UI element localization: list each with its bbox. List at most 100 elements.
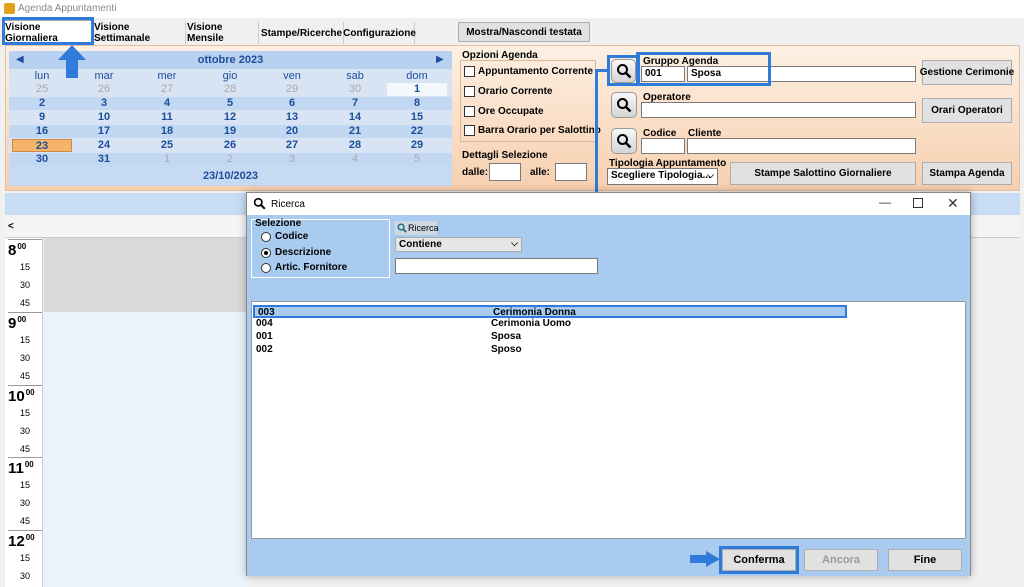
nav-left-arrow-icon[interactable]: < [8, 221, 14, 232]
search-icon [397, 223, 407, 233]
type-select[interactable]: Scegliere Tipologia... ⌵ [607, 168, 718, 185]
calendar-day[interactable]: 5 [200, 97, 260, 110]
tab-configurazione[interactable]: Configurazione [343, 22, 416, 44]
radio-codice[interactable] [261, 232, 271, 242]
result-row[interactable]: 004 Cerimonia Uomo [253, 318, 847, 331]
tab-stampe-ricerche[interactable]: Stampe/Ricerche [260, 22, 344, 44]
calendar-day[interactable]: 29 [387, 139, 447, 152]
hour-value: 8 [8, 242, 17, 259]
calendar-day[interactable]: 20 [262, 125, 322, 138]
minute-label: 45 [20, 370, 31, 381]
minute-label: 15 [20, 334, 31, 345]
next-month-icon[interactable]: ▶ [436, 54, 444, 65]
checkbox-appuntamento[interactable] [464, 66, 475, 77]
result-row[interactable]: 001 Sposa [253, 331, 847, 344]
calendar-day[interactable]: 3 [262, 153, 322, 166]
calendar-day[interactable]: 28 [200, 83, 260, 96]
maximize-icon[interactable] [913, 198, 923, 208]
search-label-box: Ricerca [395, 221, 439, 235]
minute-label: 30 [20, 352, 31, 363]
calendar-day[interactable]: 30 [12, 153, 72, 166]
hour-value: 9 [8, 314, 17, 332]
operator-field[interactable] [641, 102, 916, 118]
tab-visione-settimanale[interactable]: Visione Settimanale [94, 22, 186, 44]
fine-button[interactable]: Fine [888, 549, 962, 571]
calendar-day[interactable]: 2 [12, 97, 72, 110]
calendar-day[interactable]: 1 [137, 153, 197, 166]
tab-bar: Visione Giornaliera Visione Settimanale … [2, 20, 1022, 44]
minute-label: 30 [20, 498, 31, 509]
calendar-day[interactable]: 30 [325, 83, 385, 96]
tab-visione-mensile[interactable]: Visione Mensile [187, 22, 259, 44]
minute-label: 15 [20, 407, 31, 418]
calendar-day[interactable]: 23 [12, 139, 72, 152]
stampe-salottino-button[interactable]: Stampe Salottino Giornaliere [730, 162, 916, 185]
radio-label-descrizione: Descrizione [275, 247, 332, 258]
toggle-header-button[interactable]: Mostra/Nascondi testata [458, 22, 590, 42]
client-name-field[interactable] [687, 138, 916, 154]
calendar-day[interactable]: 6 [262, 97, 322, 110]
calendar-day[interactable]: 4 [325, 153, 385, 166]
calendar-day[interactable]: 27 [137, 83, 197, 96]
calendar-day[interactable]: 8 [387, 97, 447, 110]
minimize-icon[interactable]: — [879, 195, 891, 209]
calendar-day[interactable]: 4 [137, 97, 197, 110]
weekday-mar: mar [94, 70, 114, 82]
calendar-day[interactable]: 2 [200, 153, 260, 166]
calendar-day[interactable]: 14 [325, 111, 385, 124]
calendar-day[interactable]: 31 [74, 153, 134, 166]
calendar-day[interactable]: 25 [137, 139, 197, 152]
calendar-day[interactable]: 3 [74, 97, 134, 110]
hour-value: 10 [8, 387, 25, 405]
calendar-day[interactable]: 28 [325, 139, 385, 152]
gestione-cerimonie-button[interactable]: Gestione Cerimonie [920, 60, 1014, 85]
calendar-day[interactable]: 12 [200, 111, 260, 124]
calendar-day[interactable]: 26 [200, 139, 260, 152]
weekday-dom: dom [406, 70, 428, 82]
to-input[interactable] [555, 163, 587, 181]
calendar-day[interactable]: 11 [137, 111, 197, 124]
calendar-day[interactable]: 16 [12, 125, 72, 138]
calendar-day[interactable]: 5 [387, 153, 447, 166]
client-search-button[interactable] [611, 128, 637, 154]
calendar-footer: 23/10/2023 [9, 166, 452, 186]
arrow-up-icon [58, 45, 86, 78]
window-title: Agenda Appuntamenti [18, 3, 117, 14]
checkbox-barra[interactable] [464, 125, 475, 136]
search-icon [617, 134, 632, 149]
calendar-day[interactable]: 13 [262, 111, 322, 124]
calendar-day[interactable]: 26 [74, 83, 134, 96]
schedule-area-free [44, 312, 249, 587]
calendar-day[interactable]: 25 [12, 83, 72, 96]
search-input[interactable] [395, 258, 598, 274]
result-row[interactable]: 003 Cerimonia Donna [253, 305, 847, 318]
calendar-day[interactable]: 29 [262, 83, 322, 96]
calendar-day[interactable]: 7 [325, 97, 385, 110]
result-row[interactable]: 002 Sposo [253, 344, 847, 357]
calendar-day[interactable]: 22 [387, 125, 447, 138]
client-code-field[interactable] [641, 138, 685, 154]
orari-operatori-button[interactable]: Orari Operatori [922, 98, 1012, 123]
checkbox-ore-occupate[interactable] [464, 106, 475, 117]
calendar-day[interactable]: 18 [137, 125, 197, 138]
calendar-day[interactable]: 10 [74, 111, 134, 124]
calendar-day[interactable]: 15 [387, 111, 447, 124]
checkbox-orario[interactable] [464, 86, 475, 97]
operator-search-button[interactable] [611, 92, 637, 118]
radio-descrizione[interactable] [261, 248, 271, 258]
ancora-button[interactable]: Ancora [804, 549, 878, 571]
stampa-agenda-button[interactable]: Stampa Agenda [922, 162, 1012, 185]
close-icon[interactable]: ✕ [947, 195, 959, 212]
hour-divider [8, 311, 42, 313]
from-input[interactable] [489, 163, 521, 181]
hour-minutes: 00 [25, 533, 35, 543]
match-mode-select[interactable]: Contiene ⌵ [395, 237, 522, 252]
calendar-day[interactable]: 27 [262, 139, 322, 152]
radio-artic[interactable] [261, 263, 271, 273]
calendar-day[interactable]: 19 [200, 125, 260, 138]
calendar-day[interactable]: 24 [74, 139, 134, 152]
calendar-day[interactable]: 9 [12, 111, 72, 124]
calendar-day[interactable]: 1 [387, 83, 447, 96]
calendar-day[interactable]: 17 [74, 125, 134, 138]
calendar-day[interactable]: 21 [325, 125, 385, 138]
